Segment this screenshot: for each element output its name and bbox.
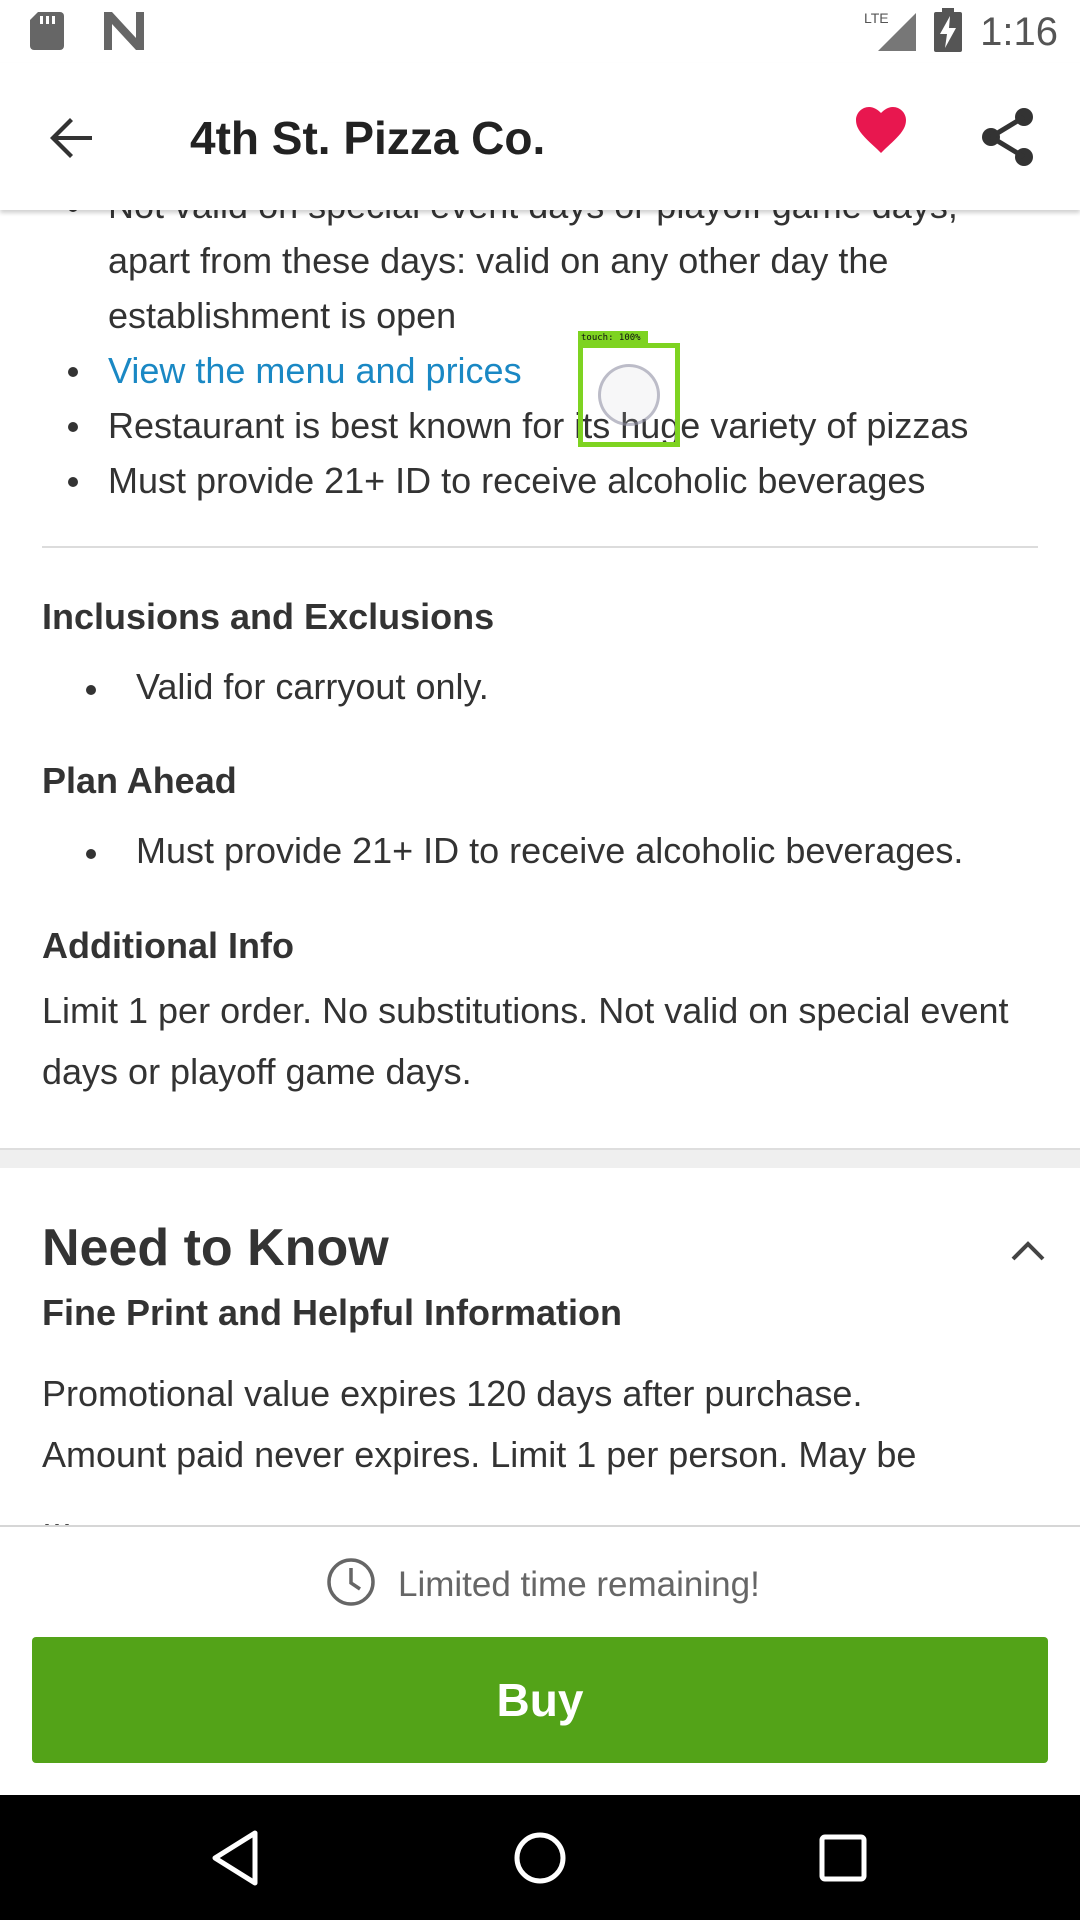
additional-info-heading: Additional Info — [42, 925, 294, 966]
divider — [42, 546, 1038, 548]
share-icon[interactable] — [980, 107, 1036, 167]
nav-home-icon[interactable] — [507, 1825, 573, 1891]
section-separator — [0, 1148, 1080, 1168]
clock-icon — [326, 1557, 376, 1612]
system-nav-bar — [0, 1795, 1080, 1920]
page-title: 4th St. Pizza Co. — [190, 112, 546, 164]
fine-print-heading: Fine Print and Helpful Information — [42, 1292, 622, 1333]
signal-icon: LTE — [864, 9, 917, 56]
buy-button[interactable]: Buy — [32, 1637, 1048, 1763]
buy-panel: Limited time remaining! Buy — [0, 1525, 1080, 1795]
svg-text:LTE: LTE — [864, 10, 889, 26]
back-arrow-icon[interactable] — [40, 105, 106, 171]
fine-print-text: Promotional value expires 120 days after… — [42, 1373, 917, 1525]
plan-ahead-heading: Plan Ahead — [42, 760, 237, 801]
touch-point — [598, 364, 660, 426]
nav-recents-icon[interactable] — [810, 1825, 876, 1891]
chevron-up-icon[interactable] — [1010, 1238, 1046, 1262]
timer-text: Limited time remaining! — [398, 1564, 760, 1604]
n-logo-icon — [104, 12, 144, 55]
list-item: View the menu and prices — [0, 343, 1080, 398]
sd-card-icon — [30, 12, 64, 55]
battery-charging-icon — [934, 8, 963, 57]
list-item: Must provide 21+ ID to receive alcoholic… — [85, 830, 964, 871]
list-item: Not valid on special event days or playo… — [0, 210, 1080, 343]
heart-icon[interactable] — [855, 107, 907, 159]
list-item: Restaurant is best known for its huge va… — [0, 398, 1080, 453]
deal-details-content[interactable]: Not valid on special event days or playo… — [0, 210, 1080, 1525]
nav-back-icon[interactable] — [205, 1825, 271, 1891]
app-bar: 4th St. Pizza Co. — [0, 63, 1080, 210]
status-bar: LTE 1:16 — [0, 0, 1080, 63]
clock-time: 1:16 — [980, 10, 1058, 54]
list-item: Must provide 21+ ID to receive alcoholic… — [0, 453, 1080, 508]
menu-prices-link[interactable]: View the menu and prices — [108, 350, 522, 391]
need-to-know-heading: Need to Know — [42, 1219, 389, 1277]
list-item: Valid for carryout only. — [86, 666, 489, 707]
timer-row: Limited time remaining! — [326, 1557, 760, 1612]
inclusions-heading: Inclusions and Exclusions — [42, 596, 495, 637]
additional-info-text: Limit 1 per order. No substitutions. Not… — [42, 990, 1009, 1092]
highlights-list: Not valid on special event days or playo… — [0, 210, 1080, 508]
